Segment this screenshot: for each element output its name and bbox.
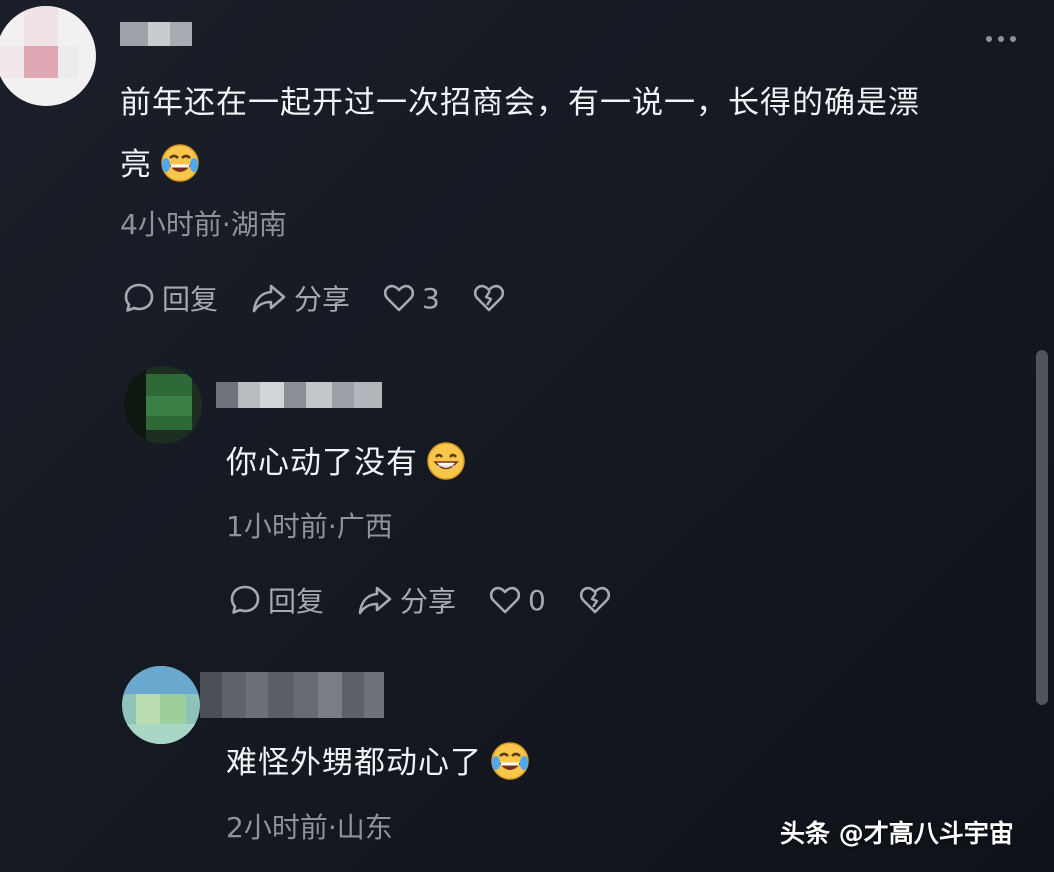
- like-count: 0: [528, 583, 546, 617]
- comment-meta: 1小时前·广西: [226, 510, 393, 543]
- heart-icon: [489, 586, 521, 614]
- comment-bubble-icon: [124, 283, 154, 312]
- heart-icon: [383, 284, 415, 312]
- watermark-text: 头条 @才高八斗宇宙: [780, 819, 1014, 848]
- grinning-emoji-icon: [427, 441, 465, 480]
- broken-heart-icon: [473, 284, 504, 312]
- comment-text-line: 亮: [120, 134, 920, 196]
- comment-text-tail: 亮: [120, 147, 152, 183]
- share-label: 分享: [294, 283, 351, 316]
- reply-button[interactable]: 回复: [122, 278, 218, 318]
- dislike-button[interactable]: [472, 281, 506, 315]
- commenter-avatar[interactable]: [124, 366, 202, 444]
- comment-text: 前年还在一起开过一次招商会，有一说一，长得的确是漂 亮: [120, 72, 920, 196]
- commenter-avatar[interactable]: [0, 6, 96, 106]
- share-arrow-icon: [358, 586, 392, 615]
- scrollbar-thumb[interactable]: [1036, 350, 1048, 705]
- share-button[interactable]: 分享: [250, 278, 350, 318]
- commenter-name-blurred[interactable]: [216, 382, 382, 408]
- comment-text: 难怪外甥都动心了: [226, 732, 530, 794]
- reply-label: 回复: [268, 585, 325, 618]
- comment-text: 你心动了没有: [226, 432, 466, 494]
- laughing-tears-emoji-icon: [161, 143, 199, 182]
- comment-meta: 2小时前·山东: [226, 811, 393, 844]
- reply-label: 回复: [162, 283, 219, 316]
- comment-text-body: 难怪外甥都动心了: [226, 745, 482, 781]
- comment-text-body: 你心动了没有: [226, 445, 418, 481]
- comment-text-line: 前年还在一起开过一次招商会，有一说一，长得的确是漂: [120, 85, 920, 121]
- reply-button[interactable]: 回复: [228, 580, 324, 620]
- share-label: 分享: [400, 585, 457, 618]
- laughing-tears-emoji-icon: [491, 741, 529, 780]
- commenter-name-blurred[interactable]: [200, 672, 384, 718]
- commenter-name-blurred[interactable]: [120, 22, 192, 46]
- comment-bubble-icon: [230, 585, 260, 614]
- like-count: 3: [422, 281, 440, 315]
- more-options-icon[interactable]: [986, 36, 1016, 42]
- dislike-button[interactable]: [578, 583, 612, 617]
- share-button[interactable]: 分享: [356, 580, 456, 620]
- broken-heart-icon: [579, 586, 610, 614]
- comment-meta: 4小时前·湖南: [120, 208, 287, 241]
- like-button[interactable]: 3: [382, 281, 440, 315]
- commenter-avatar[interactable]: [122, 666, 200, 744]
- comment-actions: 回复 分享 3: [122, 278, 538, 318]
- comment-actions: 回复 分享 0: [228, 580, 644, 620]
- like-button[interactable]: 0: [488, 583, 546, 617]
- share-arrow-icon: [252, 284, 286, 313]
